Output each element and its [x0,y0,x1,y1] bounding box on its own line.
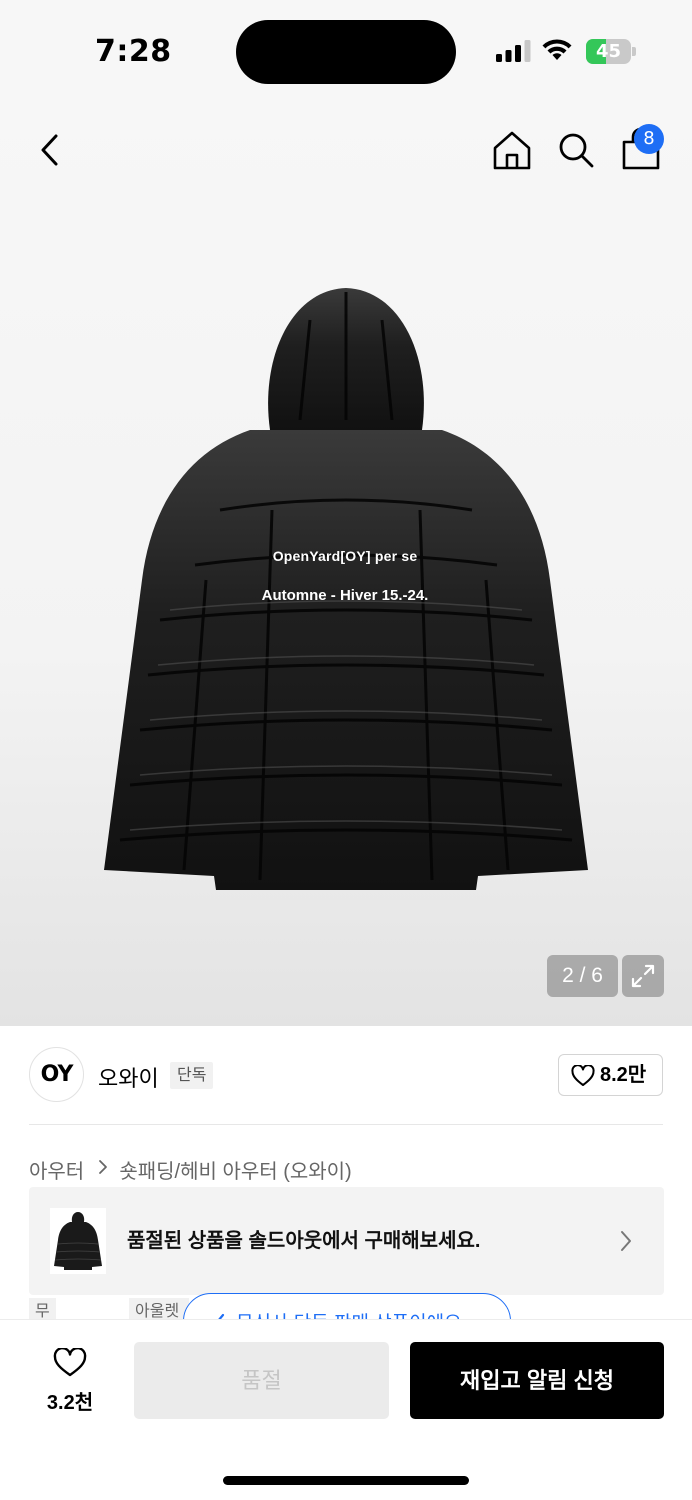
brand-name[interactable]: 오와이 [98,1061,159,1093]
wishlist-count: 3.2천 [46,1392,94,1414]
home-icon[interactable] [490,128,534,172]
soldout-marketplace-banner[interactable]: 품절된 상품을 솔드아웃에서 구매해보세요. [29,1187,664,1295]
chevron-right-icon [98,1158,108,1181]
breadcrumb-subcategory[interactable]: 숏패딩/헤비 아우터 (오와이) [119,1155,351,1184]
brand-logo[interactable]: OY [29,1047,84,1102]
battery-charging-icon: 45 [586,39,636,64]
banner-text: 품절된 상품을 솔드아웃에서 구매해보세요. [127,1230,481,1252]
product-image-carousel[interactable]: 8 OpenYard[OY] per se Automne - Hiver 15… [0,100,692,1026]
product-photo-puffer-jacket [104,288,588,890]
breadcrumb: 아우터 숏패딩/헤비 아우터 (오와이) [29,1155,352,1184]
section-divider [29,1124,663,1125]
wishlist-button[interactable]: 3.2천 [30,1344,110,1416]
cellular-signal-icon [496,40,531,62]
jacket-print-line1: OpenYard[OY] per se [272,548,418,564]
dynamic-island [236,20,456,84]
heart-outline-icon [53,1348,87,1377]
breadcrumb-category[interactable]: 아우터 [29,1155,84,1184]
heart-outline-icon [571,1065,595,1086]
expand-image-button[interactable] [622,955,664,997]
cart-count-badge: 8 [634,124,664,154]
brand-exclusive-tag: 단독 [170,1062,214,1089]
soldout-button: 품절 [134,1342,389,1419]
status-time: 7:28 [95,34,172,69]
battery-level: 45 [595,41,622,62]
image-pager: 2 / 6 [547,955,618,997]
expand-icon [631,964,655,988]
banner-product-thumbnail [50,1208,106,1274]
brand-like-count: 8.2만 [600,1064,647,1086]
brand-like-button[interactable]: 8.2만 [558,1054,663,1096]
bottom-action-bar: 3.2천 품절 재입고 알림 신청 [0,1320,692,1500]
status-bar: 7:28 45 [0,0,692,100]
jacket-print-line2: Automne - Hiver 15.-24. [261,587,429,604]
back-chevron-icon[interactable] [30,130,70,170]
wifi-icon [542,39,572,60]
search-icon[interactable] [556,130,596,170]
chevron-right-icon [621,1231,631,1251]
product-detail-page: 7:28 45 8 OpenYard[OY] per se Automne - … [0,0,692,1500]
restock-alert-button[interactable]: 재입고 알림 신청 [410,1342,664,1419]
home-indicator [223,1476,469,1485]
